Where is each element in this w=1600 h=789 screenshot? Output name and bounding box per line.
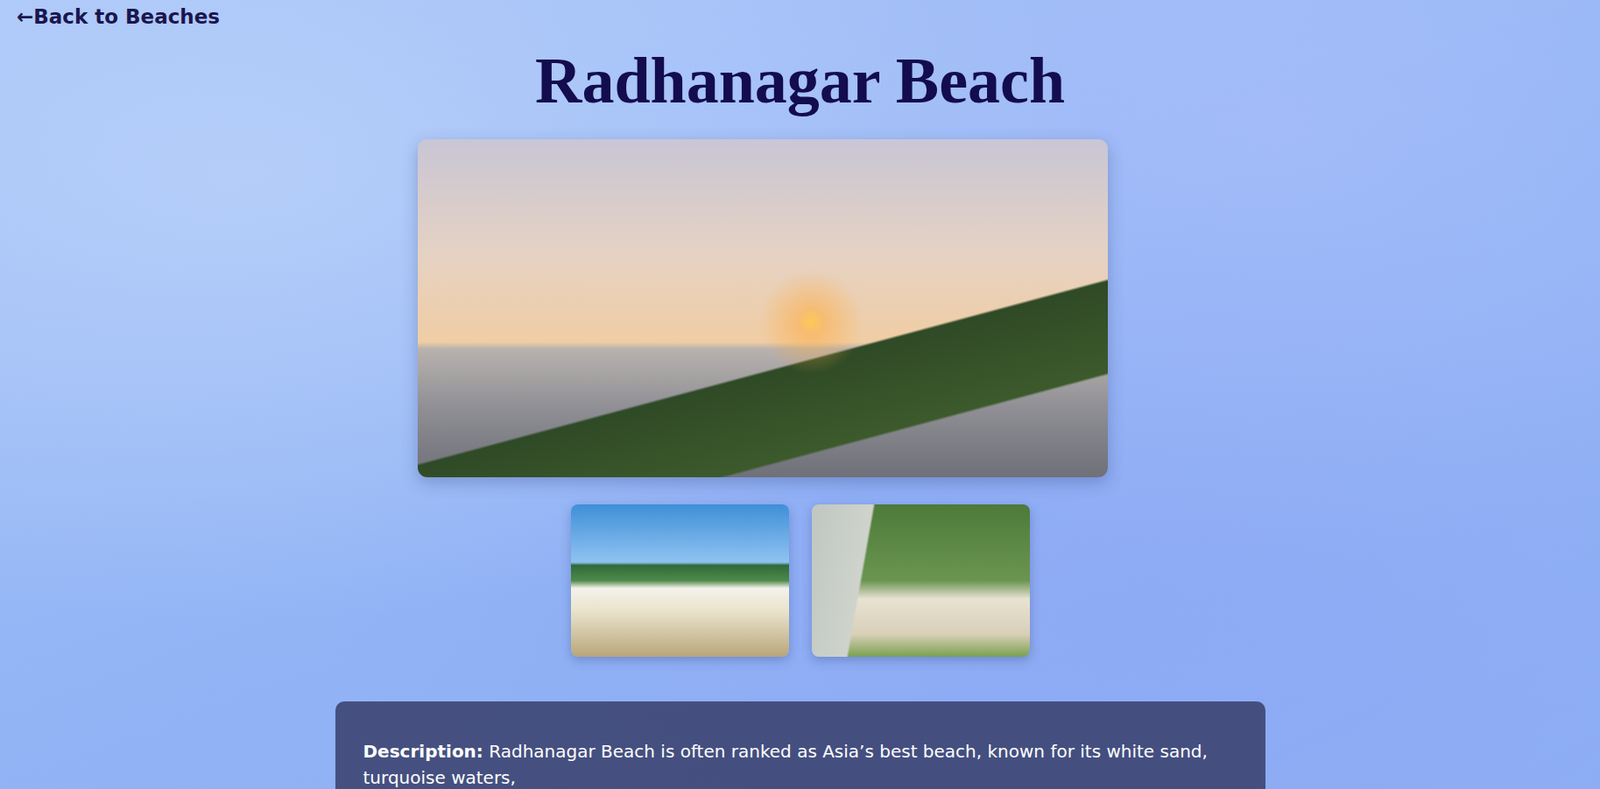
- description-text: Radhanagar Beach is often ranked as Asia…: [363, 740, 1208, 789]
- beach-page: ←Back to Beaches Radhanagar Beach Descript…: [0, 0, 1600, 789]
- back-link[interactable]: ←Back to Beaches: [16, 5, 220, 29]
- beach-title: Radhanagar Beach: [0, 42, 1600, 120]
- description-card: Description: Radhanagar Beach is often r…: [335, 701, 1266, 789]
- thumbnail-row: [0, 504, 1600, 657]
- description-label: Description:: [363, 740, 484, 762]
- main-photo: [417, 139, 1108, 478]
- thumbnail[interactable]: [811, 504, 1030, 657]
- thumbnail[interactable]: [570, 504, 790, 657]
